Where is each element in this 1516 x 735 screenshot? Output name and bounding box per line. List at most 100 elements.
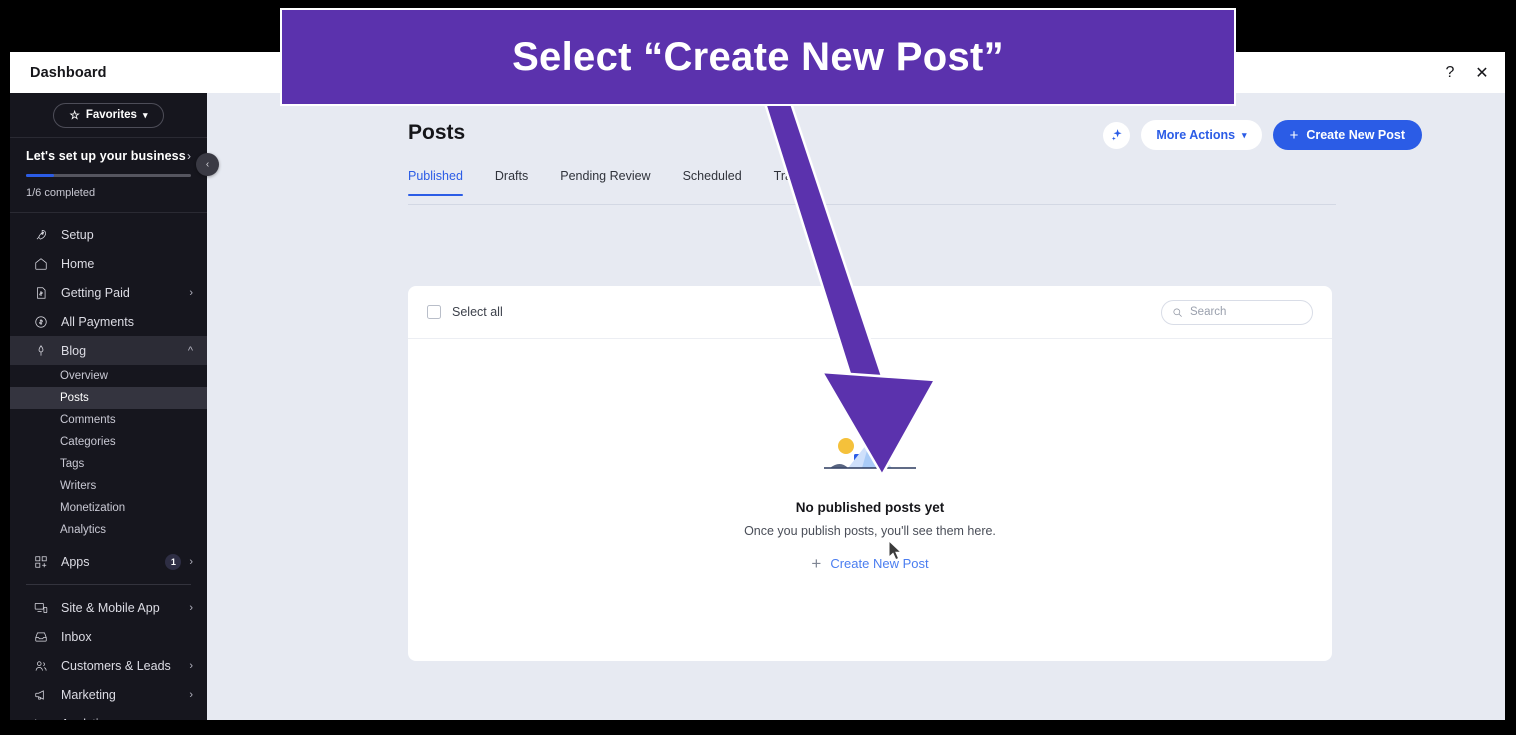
sidebar-item-analytics[interactable]: Analytics › — [10, 709, 207, 720]
ai-assistant-button[interactable] — [1103, 121, 1131, 149]
apps-badge: 1 — [165, 553, 182, 570]
home-icon — [32, 255, 49, 272]
chevron-right-icon: › — [189, 718, 193, 721]
sidebar-item-label: Customers & Leads — [61, 658, 171, 673]
chevron-right-icon: › — [189, 286, 193, 299]
sidebar-item-label: Setup — [61, 227, 94, 242]
more-actions-label: More Actions — [1156, 128, 1236, 142]
sidebar-item-label: Site & Mobile App — [61, 600, 160, 615]
megaphone-icon — [32, 686, 49, 703]
posts-card: Select all Search No published posts yet… — [408, 286, 1332, 661]
search-box[interactable] — [1161, 299, 1313, 325]
sidebar-item-inbox[interactable]: Inbox — [10, 622, 207, 651]
dollar-circle-icon — [32, 313, 49, 330]
chevron-up-icon: ^ — [187, 344, 193, 357]
annotation-banner-text: Select “Create New Post” — [512, 34, 1004, 79]
empty-state-title: No published posts yet — [795, 500, 945, 515]
chevron-left-icon: ‹ — [205, 159, 210, 170]
close-icon[interactable]: ✕ — [1473, 64, 1491, 82]
monitor-mobile-icon — [32, 599, 49, 616]
top-bar-actions: ? ✕ — [1441, 64, 1491, 82]
sidebar-item-home[interactable]: Home — [10, 249, 207, 278]
tab-pending-review[interactable]: Pending Review — [544, 169, 666, 195]
favorites-label: Favorites — [85, 109, 137, 121]
sidebar: ☆ Favorites ▾ Let's set up your business… — [10, 93, 207, 720]
empty-state-subtitle: Once you publish posts, you'll see them … — [744, 524, 996, 538]
sidebar-item-site-mobile-app[interactable]: Site & Mobile App › — [10, 593, 207, 622]
sidebar-item-label: Marketing — [61, 687, 116, 702]
people-icon — [32, 657, 49, 674]
sidebar-item-label: Blog — [61, 343, 87, 358]
star-icon: ☆ — [69, 110, 80, 122]
tab-drafts[interactable]: Drafts — [479, 169, 544, 195]
plus-icon: + — [811, 554, 822, 573]
empty-state: No published posts yet Once you publish … — [408, 339, 1332, 661]
sidebar-item-apps[interactable]: Apps 1 › — [10, 547, 207, 576]
page-title: Posts — [408, 121, 466, 144]
create-new-post-link-label: Create New Post — [830, 556, 929, 571]
tab-trash[interactable]: Trash — [758, 169, 822, 195]
sidebar-subitem-monetization[interactable]: Monetization — [10, 497, 207, 519]
chevron-right-icon: › — [189, 659, 193, 672]
chevron-down-icon: ▾ — [1242, 129, 1247, 140]
select-all-label: Select all — [452, 305, 503, 319]
invoice-dollar-icon — [32, 284, 49, 301]
sidebar-item-label: Apps — [61, 554, 90, 569]
sidebar-divider — [26, 584, 191, 585]
chevron-right-icon: › — [187, 149, 191, 163]
setup-progress-bar — [26, 174, 191, 177]
chevron-right-icon: › — [189, 688, 193, 701]
search-icon — [1173, 307, 1182, 317]
sidebar-item-label: All Payments — [61, 314, 134, 329]
favorites-row: ☆ Favorites ▾ — [10, 93, 207, 138]
sidebar-item-all-payments[interactable]: All Payments — [10, 307, 207, 336]
sidebar-subitem-categories[interactable]: Categories — [10, 431, 207, 453]
rocket-icon — [32, 226, 49, 243]
mouse-cursor — [888, 540, 903, 561]
tab-published[interactable]: Published — [408, 169, 479, 196]
chevron-down-icon: ▾ — [142, 109, 148, 120]
setup-header: Let's set up your business › — [26, 149, 191, 163]
tab-scheduled[interactable]: Scheduled — [667, 169, 758, 195]
chart-line-icon — [32, 715, 49, 720]
select-all-checkbox[interactable] — [427, 305, 441, 319]
sidebar-item-customers-leads[interactable]: Customers & Leads › — [10, 651, 207, 680]
sidebar-item-marketing[interactable]: Marketing › — [10, 680, 207, 709]
setup-progress-label: 1/6 completed — [26, 187, 96, 199]
sidebar-item-label: Home — [61, 256, 95, 271]
setup-title: Let's set up your business — [26, 149, 186, 163]
posts-toolbar: Select all — [408, 286, 1332, 339]
setup-progress-fill — [26, 174, 55, 177]
sidebar-item-label: Inbox — [61, 629, 92, 644]
favorites-button[interactable]: ☆ Favorites ▾ — [52, 102, 165, 128]
sidebar-item-label: Analytics — [61, 717, 111, 721]
dashboard-title: Dashboard — [30, 64, 107, 81]
sidebar-subitem-analytics[interactable]: Analytics — [10, 519, 207, 541]
create-new-post-button[interactable]: + Create New Post — [1272, 120, 1422, 150]
setup-business-block[interactable]: Let's set up your business › 1/6 complet… — [10, 138, 207, 213]
sidebar-subitem-posts[interactable]: Posts — [10, 387, 207, 409]
sidebar-item-setup[interactable]: Setup — [10, 220, 207, 249]
posts-tabs: Published Drafts Pending Review Schedule… — [408, 169, 1336, 205]
sidebar-subitem-comments[interactable]: Comments — [10, 409, 207, 431]
app-window: Dashboard ? ✕ ☆ Favorites ▾ Let's set up… — [10, 52, 1505, 720]
sidebar-item-blog[interactable]: Blog ^ — [10, 336, 207, 365]
search-input[interactable] — [1190, 306, 1300, 318]
pen-icon — [32, 342, 49, 359]
create-new-post-label: Create New Post — [1306, 128, 1405, 142]
sidebar-collapse-button[interactable]: ‹ — [196, 153, 219, 176]
sparkle-icon — [1111, 129, 1122, 141]
sidebar-subitem-tags[interactable]: Tags — [10, 453, 207, 475]
sidebar-subitem-writers[interactable]: Writers — [10, 475, 207, 497]
annotation-banner: Select “Create New Post” — [280, 8, 1236, 106]
create-new-post-link[interactable]: + Create New Post — [811, 555, 928, 572]
sidebar-subitem-overview[interactable]: Overview — [10, 365, 207, 387]
main-content: Posts More Actions ▾ + Create New Post P… — [207, 93, 1505, 720]
chevron-right-icon: › — [189, 601, 193, 614]
plus-icon: + — [1289, 126, 1299, 144]
question-mark-icon[interactable]: ? — [1441, 64, 1459, 82]
screenshot-frame: Dashboard ? ✕ ☆ Favorites ▾ Let's set up… — [0, 0, 1516, 735]
sidebar-item-getting-paid[interactable]: Getting Paid › — [10, 278, 207, 307]
more-actions-button[interactable]: More Actions ▾ — [1141, 120, 1262, 150]
sidebar-item-label: Getting Paid — [61, 285, 130, 300]
